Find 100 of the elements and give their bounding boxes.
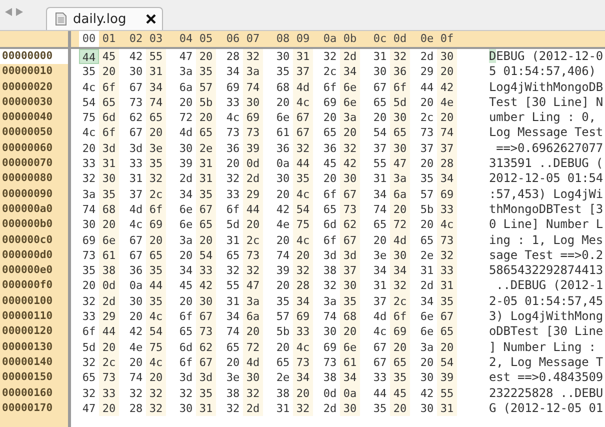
hex-cell[interactable]: 44 bbox=[146, 278, 166, 294]
hex-cell[interactable]: 35 bbox=[370, 400, 390, 416]
hex-cell[interactable]: 2d bbox=[340, 49, 360, 64]
hex-cell[interactable]: 35 bbox=[196, 186, 216, 202]
hex-cell[interactable]: 3d bbox=[320, 248, 340, 264]
hex-cell[interactable]: 69 bbox=[390, 324, 410, 340]
hex-cell[interactable]: 2d bbox=[176, 171, 196, 187]
hex-cell[interactable]: 2d bbox=[243, 171, 263, 187]
hex-cell[interactable]: 67 bbox=[340, 186, 360, 202]
hex-cell[interactable]: 20 bbox=[176, 94, 196, 110]
hex-cell[interactable]: 20 bbox=[243, 217, 263, 233]
hex-cell[interactable]: 65 bbox=[196, 125, 216, 141]
hex-cell[interactable]: 4c bbox=[146, 309, 166, 324]
hex-cell[interactable]: 20 bbox=[370, 110, 390, 126]
hex-cell[interactable]: 20 bbox=[223, 354, 243, 370]
hex-cell[interactable]: 61 bbox=[273, 125, 293, 141]
hex-cell[interactable]: 42 bbox=[126, 324, 146, 340]
hex-cell[interactable]: 42 bbox=[273, 202, 293, 218]
hex-cell[interactable]: 5d bbox=[223, 217, 243, 233]
hex-cell[interactable]: 32 bbox=[223, 400, 243, 416]
hex-cell[interactable]: 5b bbox=[196, 94, 216, 110]
hex-cell[interactable]: 2d bbox=[320, 400, 340, 416]
hex-cell[interactable]: 65 bbox=[196, 217, 216, 233]
hex-cell[interactable]: 73 bbox=[243, 248, 263, 264]
hex-cell[interactable]: 31 bbox=[370, 171, 390, 187]
hex-cell[interactable]: 55 bbox=[146, 49, 166, 64]
hex-cell[interactable]: 32 bbox=[126, 386, 146, 401]
hex-cell[interactable]: 5b bbox=[417, 202, 437, 218]
hex-cell[interactable]: 65 bbox=[176, 324, 196, 340]
hex-cell[interactable]: 37 bbox=[370, 294, 390, 310]
hex-cell[interactable]: 36 bbox=[390, 64, 410, 80]
hex-cell[interactable]: 28 bbox=[293, 278, 313, 294]
hex-cell[interactable]: 44 bbox=[417, 80, 437, 95]
hex-cell[interactable]: 32 bbox=[223, 171, 243, 187]
hex-cell[interactable]: 36 bbox=[223, 140, 243, 156]
hex-cell[interactable]: 54 bbox=[196, 248, 216, 264]
hex-cell[interactable]: 6e bbox=[417, 309, 437, 324]
hex-cell[interactable]: 74 bbox=[223, 324, 243, 340]
hex-cell[interactable]: 42 bbox=[126, 49, 146, 64]
hex-cell[interactable]: 65 bbox=[79, 370, 99, 386]
hex-cell[interactable]: 3a bbox=[390, 171, 410, 187]
hex-cell[interactable]: 30 bbox=[243, 94, 263, 110]
hex-cell[interactable]: 73 bbox=[293, 354, 313, 370]
hex-cell[interactable]: 33 bbox=[79, 156, 99, 172]
hex-cell[interactable]: 4d bbox=[370, 309, 390, 324]
hex-cell[interactable]: 32 bbox=[79, 171, 99, 187]
hex-cell[interactable]: 32 bbox=[293, 140, 313, 156]
hex-cell[interactable]: 3d bbox=[196, 370, 216, 386]
hex-cell[interactable]: 35 bbox=[273, 294, 293, 310]
hex-cell[interactable]: 6e bbox=[340, 80, 360, 95]
hex-cell[interactable]: 67 bbox=[293, 110, 313, 126]
hex-cell[interactable]: 35 bbox=[99, 186, 119, 202]
hex-cell[interactable]: 67 bbox=[196, 354, 216, 370]
hex-cell[interactable]: 30 bbox=[273, 49, 293, 64]
hex-cell[interactable]: 35 bbox=[146, 263, 166, 278]
hex-cell[interactable]: 6e bbox=[417, 324, 437, 340]
hex-cell[interactable]: 73 bbox=[340, 202, 360, 218]
hex-cell[interactable]: 75 bbox=[79, 110, 99, 126]
hex-cell[interactable]: 68 bbox=[273, 80, 293, 95]
hex-cell[interactable]: 72 bbox=[176, 110, 196, 126]
hex-cell[interactable]: 67 bbox=[370, 354, 390, 370]
hex-cell[interactable]: 42 bbox=[196, 278, 216, 294]
hex-cell[interactable]: 6d bbox=[176, 340, 196, 355]
hex-cell[interactable]: 74 bbox=[370, 202, 390, 218]
hex-cell[interactable]: 54 bbox=[437, 354, 457, 370]
hex-cell[interactable]: 4e bbox=[273, 217, 293, 233]
hex-cell[interactable]: 3d bbox=[340, 248, 360, 264]
hex-cell[interactable]: 32 bbox=[79, 354, 99, 370]
hex-cell[interactable]: 33 bbox=[223, 94, 243, 110]
hex-cell[interactable]: 20 bbox=[390, 202, 410, 218]
hex-cell[interactable]: 20 bbox=[417, 94, 437, 110]
hex-cell[interactable]: 72 bbox=[390, 217, 410, 233]
hex-cell[interactable]: 69 bbox=[79, 232, 99, 248]
hex-cell[interactable]: 34 bbox=[176, 186, 196, 202]
hex-cell[interactable]: 0d bbox=[243, 156, 263, 172]
hex-cell[interactable]: 57 bbox=[273, 309, 293, 324]
hex-cell[interactable]: 57 bbox=[196, 80, 216, 95]
hex-cell[interactable]: 6f bbox=[390, 309, 410, 324]
hex-cell[interactable]: 61 bbox=[99, 248, 119, 264]
hex-cell[interactable]: 67 bbox=[196, 202, 216, 218]
hex-cell[interactable]: 5d bbox=[390, 94, 410, 110]
hex-cell[interactable]: 36 bbox=[126, 263, 146, 278]
hex-cell[interactable]: 20 bbox=[437, 64, 457, 80]
hex-cell[interactable]: 35 bbox=[79, 64, 99, 80]
hex-cell[interactable]: 62 bbox=[196, 340, 216, 355]
hex-cell[interactable]: 69 bbox=[320, 340, 340, 355]
hex-cell[interactable]: 35 bbox=[79, 263, 99, 278]
hex-cell[interactable]: 65 bbox=[320, 202, 340, 218]
hex-cell[interactable]: 5b bbox=[273, 324, 293, 340]
hex-cell[interactable]: 2c bbox=[417, 110, 437, 126]
hex-cell[interactable]: 32 bbox=[320, 278, 340, 294]
hex-cell[interactable]: 33 bbox=[437, 263, 457, 278]
hex-cell[interactable]: 2e bbox=[196, 140, 216, 156]
hex-cell[interactable]: 44 bbox=[370, 386, 390, 401]
hex-cell[interactable]: 32 bbox=[243, 386, 263, 401]
hex-cell[interactable]: 20 bbox=[273, 186, 293, 202]
hex-cell[interactable]: 29 bbox=[99, 309, 119, 324]
hex-cell[interactable]: 33 bbox=[437, 202, 457, 218]
hex-cell[interactable]: 34 bbox=[437, 171, 457, 187]
hex-cell[interactable]: 6f bbox=[99, 125, 119, 141]
